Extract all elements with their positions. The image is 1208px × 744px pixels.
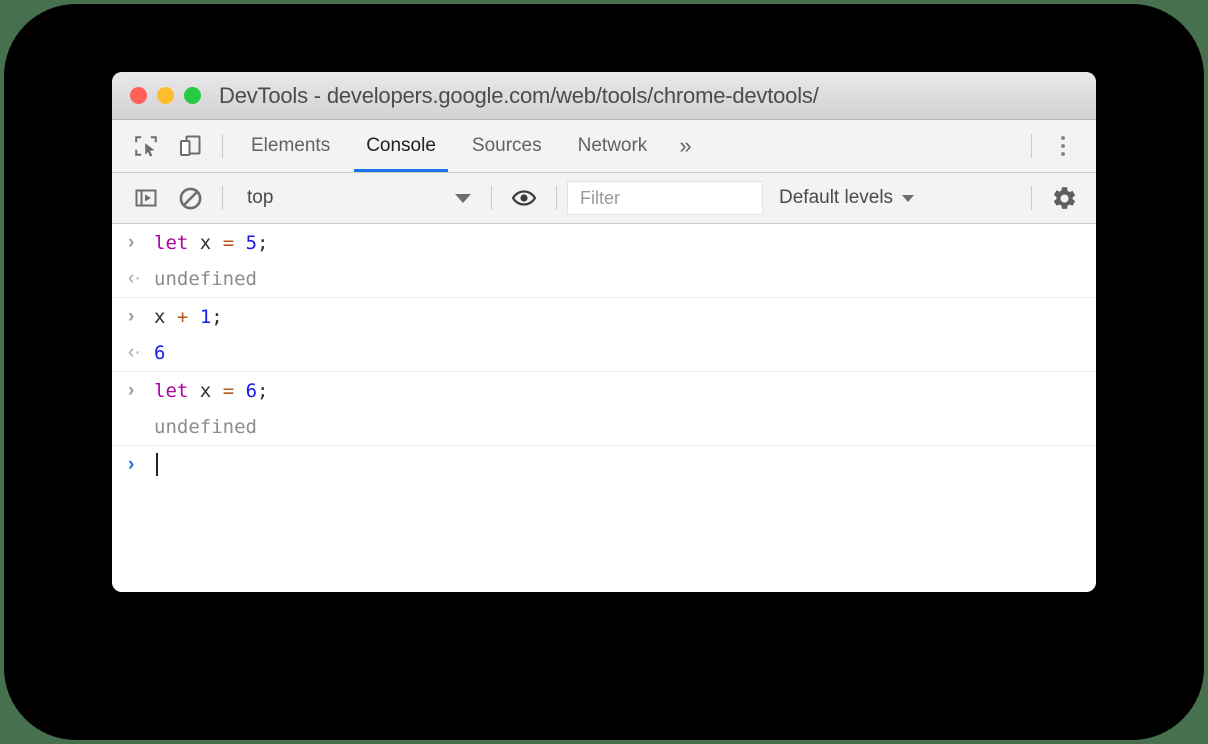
console-sidebar-toggle-icon bbox=[134, 186, 158, 210]
filter-input[interactable]: Filter bbox=[567, 181, 763, 215]
window-titlebar: DevTools - developers.google.com/web/too… bbox=[112, 72, 1096, 120]
console-settings-button[interactable] bbox=[1042, 176, 1086, 220]
prompt-marker-icon: › bbox=[128, 454, 154, 476]
tab-sources[interactable]: Sources bbox=[454, 120, 560, 172]
console-result-row: ‹· undefined bbox=[112, 261, 1096, 298]
maximize-window-button[interactable] bbox=[184, 87, 201, 104]
code-token: = bbox=[223, 380, 234, 402]
code-token: 5 bbox=[246, 232, 257, 254]
console-message-list[interactable]: › let x = 5; ‹· undefined › x + 1; ‹· 6 … bbox=[112, 224, 1096, 592]
console-input-code: let x = 6; bbox=[154, 380, 269, 402]
minimize-window-button[interactable] bbox=[157, 87, 174, 104]
clear-console-button[interactable] bbox=[168, 176, 212, 220]
code-token: let bbox=[154, 380, 188, 402]
code-token: x bbox=[200, 232, 211, 254]
traffic-light-group bbox=[130, 87, 201, 104]
input-marker-icon: › bbox=[128, 232, 154, 254]
console-result-value: undefined bbox=[154, 416, 257, 438]
code-token: = bbox=[223, 232, 234, 254]
kebab-menu-icon bbox=[1061, 144, 1065, 148]
window-title: DevTools - developers.google.com/web/too… bbox=[219, 83, 819, 109]
code-token: 1 bbox=[200, 306, 211, 328]
more-tabs-button[interactable]: » bbox=[665, 120, 705, 172]
console-settings-gear-icon bbox=[1051, 185, 1078, 212]
console-result-row: ‹· 6 bbox=[112, 335, 1096, 372]
code-token: ; bbox=[257, 232, 268, 254]
code-token: let bbox=[154, 232, 188, 254]
console-toolbar-divider-2 bbox=[491, 186, 492, 210]
execution-context-value: top bbox=[247, 187, 455, 209]
log-levels-select[interactable]: Default levels bbox=[779, 187, 914, 209]
console-input-code: x + 1; bbox=[154, 306, 223, 328]
inspect-element-icon bbox=[133, 133, 159, 159]
result-marker-icon: ‹· bbox=[128, 342, 154, 364]
inspect-element-button[interactable] bbox=[124, 124, 168, 168]
code-token: 6 bbox=[246, 380, 257, 402]
console-input-code: let x = 5; bbox=[154, 232, 269, 254]
console-sidebar-toggle-button[interactable] bbox=[124, 176, 168, 220]
console-result-row: undefined bbox=[112, 409, 1096, 446]
console-input-row[interactable]: › let x = 6; bbox=[112, 372, 1096, 409]
live-expression-button[interactable] bbox=[502, 176, 546, 220]
code-token: x bbox=[200, 380, 211, 402]
device-toolbar-button[interactable] bbox=[168, 124, 212, 168]
tab-network[interactable]: Network bbox=[560, 120, 666, 172]
console-prompt-row[interactable]: › bbox=[112, 446, 1096, 483]
main-menu-button[interactable] bbox=[1042, 125, 1084, 167]
tabbar-divider bbox=[222, 134, 223, 158]
devtools-tabbar: Elements Console Sources Network » bbox=[112, 120, 1096, 173]
text-cursor bbox=[156, 453, 158, 476]
console-toolbar: top Filter Default levels bbox=[112, 173, 1096, 224]
console-input-row[interactable]: › let x = 5; bbox=[112, 224, 1096, 261]
input-marker-icon: › bbox=[128, 380, 154, 402]
console-input-row[interactable]: › x + 1; bbox=[112, 298, 1096, 335]
live-expression-eye-icon bbox=[511, 185, 537, 211]
console-result-value: 6 bbox=[154, 342, 165, 364]
result-marker-icon: ‹· bbox=[128, 268, 154, 290]
code-token: x bbox=[154, 306, 165, 328]
chevron-down-icon bbox=[455, 194, 471, 203]
filter-placeholder: Filter bbox=[580, 188, 620, 209]
code-token: + bbox=[177, 306, 188, 328]
device-toolbar-icon bbox=[177, 133, 203, 159]
kebab-menu-icon bbox=[1061, 136, 1065, 140]
clear-console-icon bbox=[178, 186, 203, 211]
execution-context-select[interactable]: top bbox=[233, 181, 481, 215]
close-window-button[interactable] bbox=[130, 87, 147, 104]
tab-console[interactable]: Console bbox=[348, 120, 454, 172]
code-token: ; bbox=[257, 380, 268, 402]
tab-elements[interactable]: Elements bbox=[233, 120, 348, 172]
console-toolbar-divider bbox=[222, 186, 223, 210]
console-toolbar-divider-3 bbox=[556, 186, 557, 210]
tabbar-right-divider bbox=[1031, 134, 1032, 158]
log-levels-label: Default levels bbox=[779, 187, 893, 209]
kebab-menu-icon bbox=[1061, 152, 1065, 156]
console-result-value: undefined bbox=[154, 268, 257, 290]
devtools-window: DevTools - developers.google.com/web/too… bbox=[112, 72, 1096, 592]
input-marker-icon: › bbox=[128, 306, 154, 328]
console-toolbar-divider-4 bbox=[1031, 186, 1032, 210]
chevron-down-icon bbox=[902, 195, 914, 202]
code-token: ; bbox=[211, 306, 222, 328]
